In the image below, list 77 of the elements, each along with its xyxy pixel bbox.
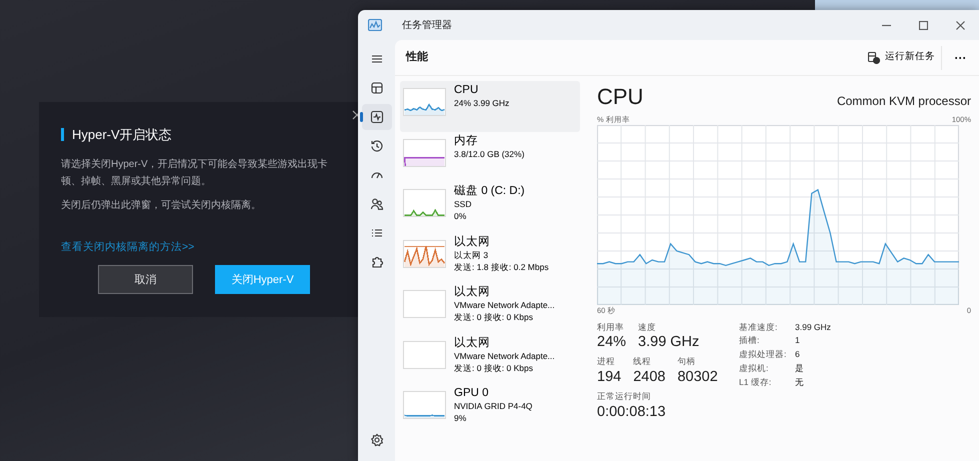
- graph-thumbnail: [403, 391, 446, 419]
- device-detail: 发送: 1.8 接收: 0.2 Mbps: [454, 260, 549, 272]
- stat-value: 194: [597, 368, 622, 386]
- puzzle-icon: [370, 255, 384, 269]
- graph-thumbnail: [403, 290, 446, 318]
- new-task-icon: [868, 52, 880, 64]
- stat-label: 句柄: [677, 355, 696, 368]
- device-item[interactable]: 磁盘 0 (C: D:) SSD 0%: [400, 182, 580, 232]
- device-name: 磁盘 0 (C: D:): [454, 184, 525, 198]
- stat-value: 24%: [597, 333, 626, 352]
- property-value: 无: [795, 376, 804, 388]
- property-label: 虚拟机:: [739, 362, 770, 374]
- stat-value: 2408: [633, 368, 666, 386]
- property-value: 是: [795, 362, 804, 374]
- cancel-button[interactable]: 取消: [98, 265, 193, 294]
- device-name: 以太网: [454, 234, 491, 248]
- history-icon: [370, 139, 384, 153]
- device-item[interactable]: 以太网 VMware Network Adapte... 发送: 0 接收: 0 Kbps: [400, 334, 580, 384]
- device-detail: 以太网 3: [454, 248, 490, 260]
- device-detail: 发送: 0 接收: 0 Kbps: [454, 311, 534, 323]
- device-detail: NVIDIA GRID P4-4Q: [454, 400, 532, 412]
- property-value: 3.99 GHz: [795, 320, 831, 334]
- device-item[interactable]: 以太网 以太网 3 发送: 1.8 接收: 0.2 Mbps: [400, 232, 580, 283]
- more-button[interactable]: ···: [941, 46, 979, 70]
- maximize-icon: [919, 20, 928, 30]
- device-detail: VMware Network Adapte...: [454, 350, 555, 362]
- device-name: CPU: [454, 83, 480, 97]
- graph-thumbnail: [403, 138, 446, 166]
- nav-button[interactable]: [362, 104, 392, 130]
- close-icon: [956, 20, 965, 30]
- app-icon: [368, 19, 382, 31]
- stat-value: 80302: [677, 368, 718, 386]
- settings-icon: [370, 433, 384, 447]
- dialog-title: Hyper-V开启状态: [61, 128, 342, 141]
- property-label: L1 缓存:: [739, 376, 772, 388]
- device-item[interactable]: CPU 24% 3.99 GHz: [400, 81, 580, 132]
- device-name: 以太网: [454, 285, 491, 299]
- detail-title: CPU: [597, 84, 644, 110]
- stat-label: 利用率: [597, 320, 625, 334]
- property-label: 插槽:: [739, 334, 760, 347]
- graph-thumbnail: [403, 340, 446, 368]
- device-detail: 24% 3.99 GHz: [454, 97, 510, 109]
- device-detail: 发送: 0 接收: 0 Kbps: [454, 362, 534, 374]
- grid-icon: [370, 81, 384, 95]
- dialog-text: 请选择关闭Hyper-V，开启情况下可能会导致某些游戏出现卡顿、掉帧、黑屏或其他异常问题。: [61, 158, 329, 188]
- stat-label: 线程: [633, 355, 652, 368]
- users-icon: [370, 197, 384, 211]
- device-item[interactable]: GPU 0 NVIDIA GRID P4-4Q 9%: [400, 384, 580, 434]
- stat-label: 速度: [638, 320, 658, 334]
- page-title: 性能: [406, 50, 428, 66]
- property-value: 1: [795, 334, 800, 347]
- device-detail: 0%: [454, 210, 468, 222]
- stat-label: 进程: [597, 355, 616, 368]
- property-value: 6: [795, 348, 800, 361]
- device-detail: 9%: [454, 412, 468, 424]
- device-detail: VMware Network Adapte...: [454, 299, 555, 311]
- device-name: 以太网: [454, 336, 491, 350]
- device-detail: SSD: [454, 198, 472, 210]
- property-label: 基准速度:: [739, 320, 778, 334]
- run-task-button[interactable]: 运行新任务: [862, 48, 941, 67]
- graph-thumbnail: [403, 240, 446, 268]
- stat-value: 0:00:08:13: [597, 402, 666, 421]
- pulse-icon: [370, 110, 384, 124]
- stat-label: 正常运行时间: [597, 390, 652, 403]
- help-link[interactable]: 查看关闭内核隔离的方法>>: [61, 240, 194, 256]
- processor-model: Common KVM processor: [836, 93, 971, 110]
- device-name: 内存: [454, 134, 479, 148]
- stat-value: 3.99 GHz: [638, 333, 700, 352]
- graph-thumbnail: [403, 189, 446, 217]
- property-label: 虚拟处理器:: [739, 348, 788, 361]
- window-title: 任务管理器: [402, 18, 452, 32]
- graph-thumbnail: [403, 88, 446, 116]
- device-detail: 3.8/12.0 GB (32%): [454, 148, 524, 160]
- device-item[interactable]: 内存 3.8/12.0 GB (32%): [400, 132, 580, 182]
- device-item[interactable]: 以太网 VMware Network Adapte... 发送: 0 接收: 0 Kbps: [400, 283, 580, 334]
- dialog-text: 关闭后仍弹出此弹窗，可尝试关闭内核隔离。: [61, 198, 262, 213]
- device-name: GPU 0: [454, 386, 490, 400]
